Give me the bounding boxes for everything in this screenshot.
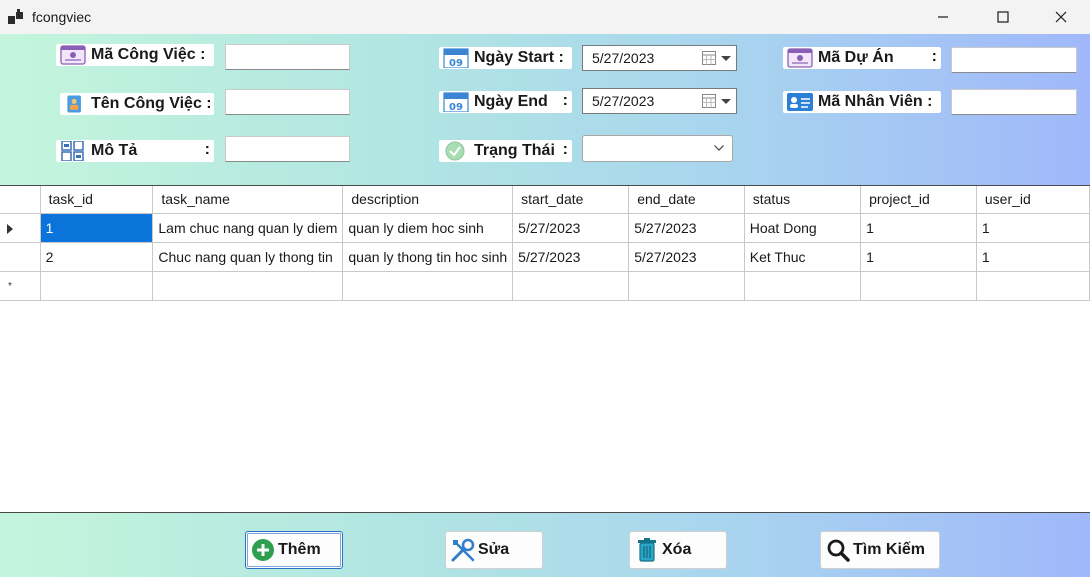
ngay-end-datepicker[interactable]: 5/27/2023 <box>582 88 737 114</box>
new-row-marker: * <box>8 280 12 292</box>
title-bar[interactable]: fcongviec <box>0 0 1090 34</box>
trang-thai-combobox[interactable] <box>582 135 733 162</box>
window-title: fcongviec <box>32 9 92 25</box>
minimize-icon <box>938 16 948 18</box>
table-cell[interactable] <box>39 270 154 301</box>
close-button[interactable] <box>1038 0 1084 34</box>
id-card-icon <box>787 48 813 68</box>
table-cell[interactable]: 1 <box>860 241 977 272</box>
xoa-button[interactable]: Xóa <box>629 531 727 569</box>
table-cell[interactable]: 5/27/2023 <box>628 241 745 272</box>
ma-cong-viec-label: Mã Công Việc : <box>56 44 214 66</box>
app-icon <box>8 9 23 24</box>
table-cell[interactable] <box>512 270 630 301</box>
current-row-arrow-icon <box>7 223 13 234</box>
row-header[interactable] <box>0 212 41 243</box>
column-header[interactable]: project_id <box>860 186 977 214</box>
ma-cong-viec-input[interactable] <box>225 44 350 70</box>
task-datagrid[interactable]: task_id task_name description start_date… <box>0 185 1090 512</box>
table-cell[interactable]: 1 <box>39 212 154 243</box>
calendar-icon <box>702 51 716 65</box>
table-cell[interactable]: 5/27/2023 <box>628 212 745 243</box>
form-panel: Mã Công Việc : Tên Công Việc : Mô Tả : 0… <box>0 34 1090 185</box>
column-header[interactable]: user_id <box>975 186 1090 214</box>
mo-ta-input[interactable] <box>225 136 350 162</box>
app-window: fcongviec Mã Công Việc : Tên Công Việc:… <box>0 0 1090 577</box>
column-header[interactable]: task_id <box>39 186 154 214</box>
row-header-corner[interactable] <box>0 186 41 214</box>
close-icon <box>1055 11 1067 23</box>
table-cell[interactable] <box>860 270 977 301</box>
table-cell[interactable]: Hoat Dong <box>743 212 862 243</box>
ma-du-an-input[interactable] <box>951 47 1077 73</box>
calendar-icon <box>702 94 716 108</box>
ngay-start-datepicker[interactable]: 5/27/2023 <box>582 45 737 71</box>
ten-cong-viec-label: Tên Công Việc : <box>60 93 214 115</box>
svg-text:09: 09 <box>449 102 463 112</box>
chevron-down-icon <box>721 56 731 61</box>
table-cell[interactable]: 1 <box>975 241 1090 272</box>
chevron-down-icon <box>714 145 724 151</box>
table-cell[interactable]: quan ly diem hoc sinh <box>342 212 514 243</box>
table-cell[interactable]: Ket Thuc <box>743 241 862 272</box>
ngay-end-label: 09 Ngày End : <box>439 91 572 113</box>
ma-nhan-vien-input[interactable] <box>951 89 1077 115</box>
table-cell[interactable] <box>152 270 344 301</box>
list-grid-icon <box>61 141 84 161</box>
table-row[interactable]: 2 Chuc nang quan ly thong tin quan ly th… <box>0 241 1090 272</box>
maximize-icon <box>997 11 1009 23</box>
table-cell[interactable] <box>628 270 745 301</box>
new-row[interactable]: * <box>0 270 1090 301</box>
table-cell[interactable]: 5/27/2023 <box>512 241 630 272</box>
table-cell[interactable]: quan ly thong tin hoc sinh <box>342 241 514 272</box>
action-panel: Thêm Sửa Xóa Tìm Kiếm <box>0 512 1090 577</box>
maximize-button[interactable] <box>980 0 1026 34</box>
trang-thai-label: Trạng Thái : <box>439 140 572 162</box>
table-cell[interactable]: Chuc nang quan ly thong tin <box>152 241 344 272</box>
task-table: task_id task_name description start_date… <box>0 186 1090 301</box>
checkmark-circle-icon <box>445 141 465 161</box>
mo-ta-label: Mô Tả : <box>56 140 214 162</box>
trash-icon <box>638 538 656 562</box>
row-header[interactable]: * <box>0 270 41 301</box>
row-header[interactable] <box>0 241 41 272</box>
table-cell[interactable] <box>743 270 862 301</box>
them-button[interactable]: Thêm <box>245 531 343 569</box>
calendar-icon: 09 <box>443 48 469 68</box>
sua-button[interactable]: Sửa <box>445 531 543 569</box>
contact-card-icon <box>787 93 813 111</box>
table-cell[interactable]: 5/27/2023 <box>512 212 630 243</box>
ten-cong-viec-input[interactable] <box>225 89 350 115</box>
table-cell[interactable]: 1 <box>975 212 1090 243</box>
column-header[interactable]: end_date <box>628 186 745 214</box>
table-cell[interactable] <box>342 270 514 301</box>
person-badge-icon <box>67 95 81 113</box>
table-row[interactable]: 1 Lam chuc nang quan ly diem quan ly die… <box>0 212 1090 243</box>
tim-kiem-button[interactable]: Tìm Kiếm <box>820 531 940 569</box>
header-row: task_id task_name description start_date… <box>0 186 1090 214</box>
table-cell[interactable] <box>975 270 1090 301</box>
id-card-icon <box>60 45 86 65</box>
chevron-down-icon <box>721 99 731 104</box>
table-cell[interactable]: 1 <box>860 212 977 243</box>
calendar-icon: 09 <box>443 92 469 112</box>
minimize-button[interactable] <box>920 0 966 34</box>
column-header[interactable]: task_name <box>152 186 344 214</box>
tools-icon <box>451 538 475 562</box>
ngay-start-label: 09 Ngày Start : <box>439 47 572 69</box>
plus-circle-icon <box>252 539 274 561</box>
svg-text:09: 09 <box>449 58 463 68</box>
column-header[interactable]: status <box>743 186 862 214</box>
table-cell[interactable]: 2 <box>39 241 154 272</box>
ma-nhan-vien-label: Mã Nhân Viên : <box>783 91 941 113</box>
magnifier-icon <box>827 539 850 562</box>
column-header[interactable]: description <box>342 186 514 214</box>
ma-du-an-label: Mã Dự Án : <box>783 47 941 69</box>
table-cell[interactable]: Lam chuc nang quan ly diem <box>152 212 344 243</box>
column-header[interactable]: start_date <box>512 186 630 214</box>
